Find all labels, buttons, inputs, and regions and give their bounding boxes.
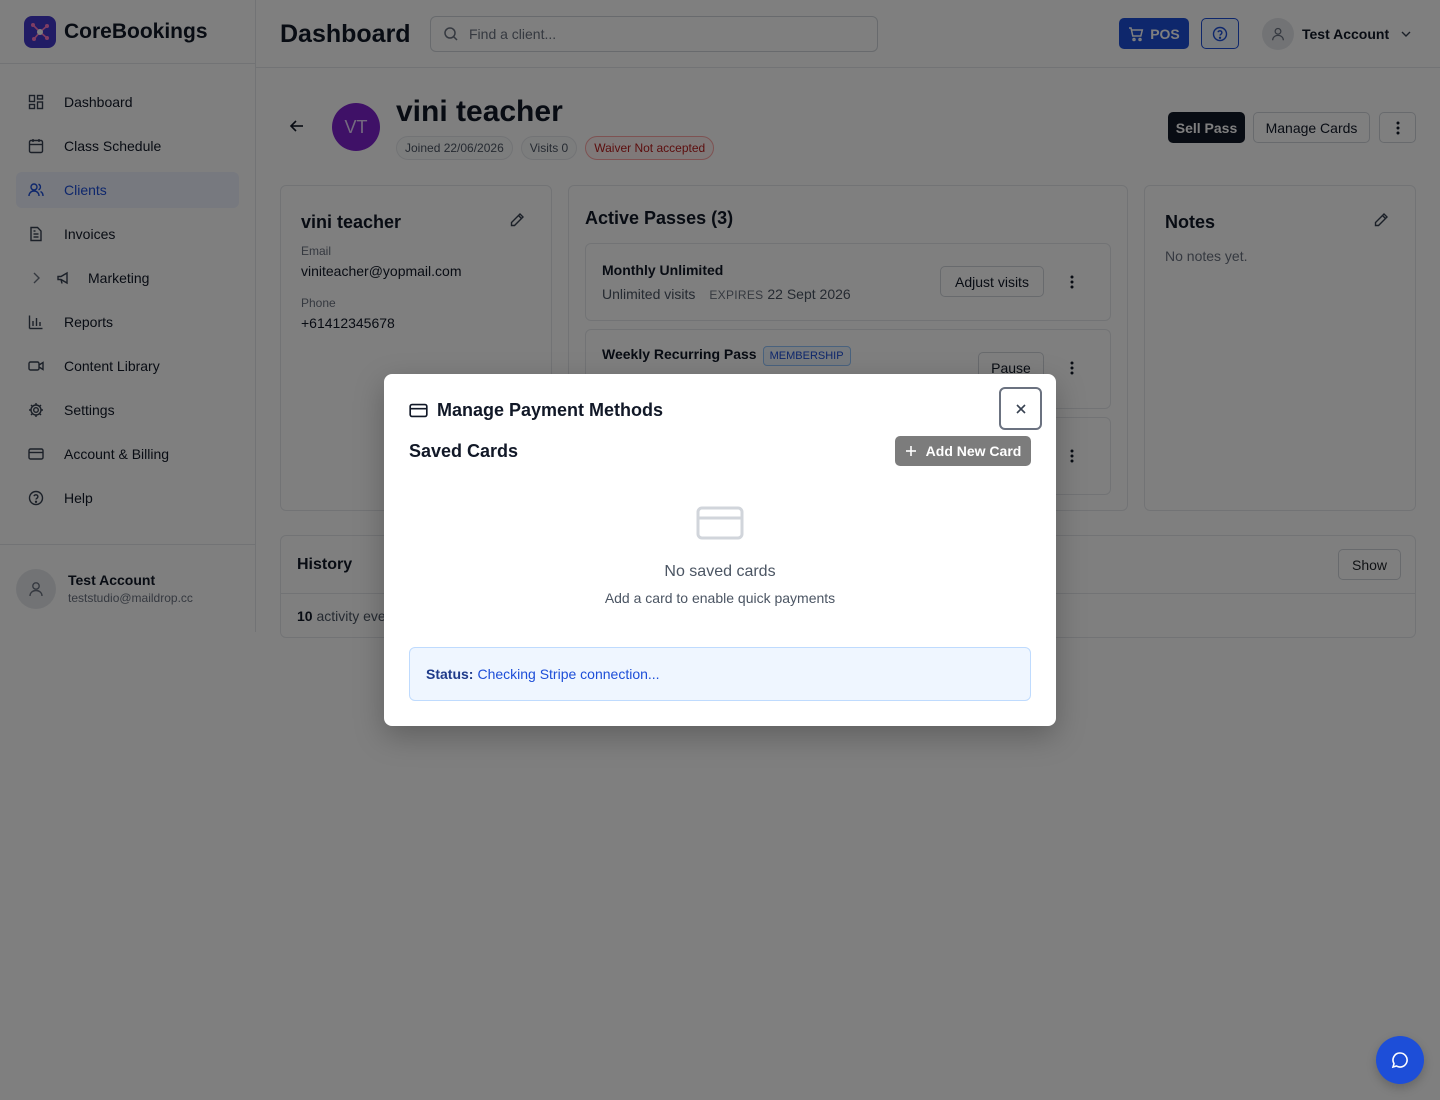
payment-methods-modal: Manage Payment Methods Saved Cards Add N…: [384, 374, 1056, 726]
plus-icon: [905, 446, 916, 456]
saved-cards-title: Saved Cards: [409, 441, 519, 461]
status-message: Status: Checking Stripe connection...: [409, 647, 1031, 701]
status-label: Status:: [426, 666, 474, 682]
credit-card-icon: [409, 403, 428, 418]
chat-button[interactable]: [1376, 1036, 1424, 1084]
status-text: Checking Stripe connection...: [477, 666, 660, 682]
empty-title: No saved cards: [664, 563, 776, 580]
add-new-card-label: Add New Card: [925, 443, 1022, 459]
modal-header: Manage Payment Methods: [409, 400, 663, 421]
modal-title: Manage Payment Methods: [437, 400, 664, 420]
close-button[interactable]: [999, 387, 1042, 430]
close-icon: [1015, 403, 1026, 414]
chat-bubble-icon: [1391, 1052, 1408, 1069]
credit-card-empty-icon: [696, 506, 744, 540]
add-new-card-button[interactable]: Add New Card: [895, 436, 1031, 466]
empty-subtitle: Add a card to enable quick payments: [604, 590, 836, 606]
